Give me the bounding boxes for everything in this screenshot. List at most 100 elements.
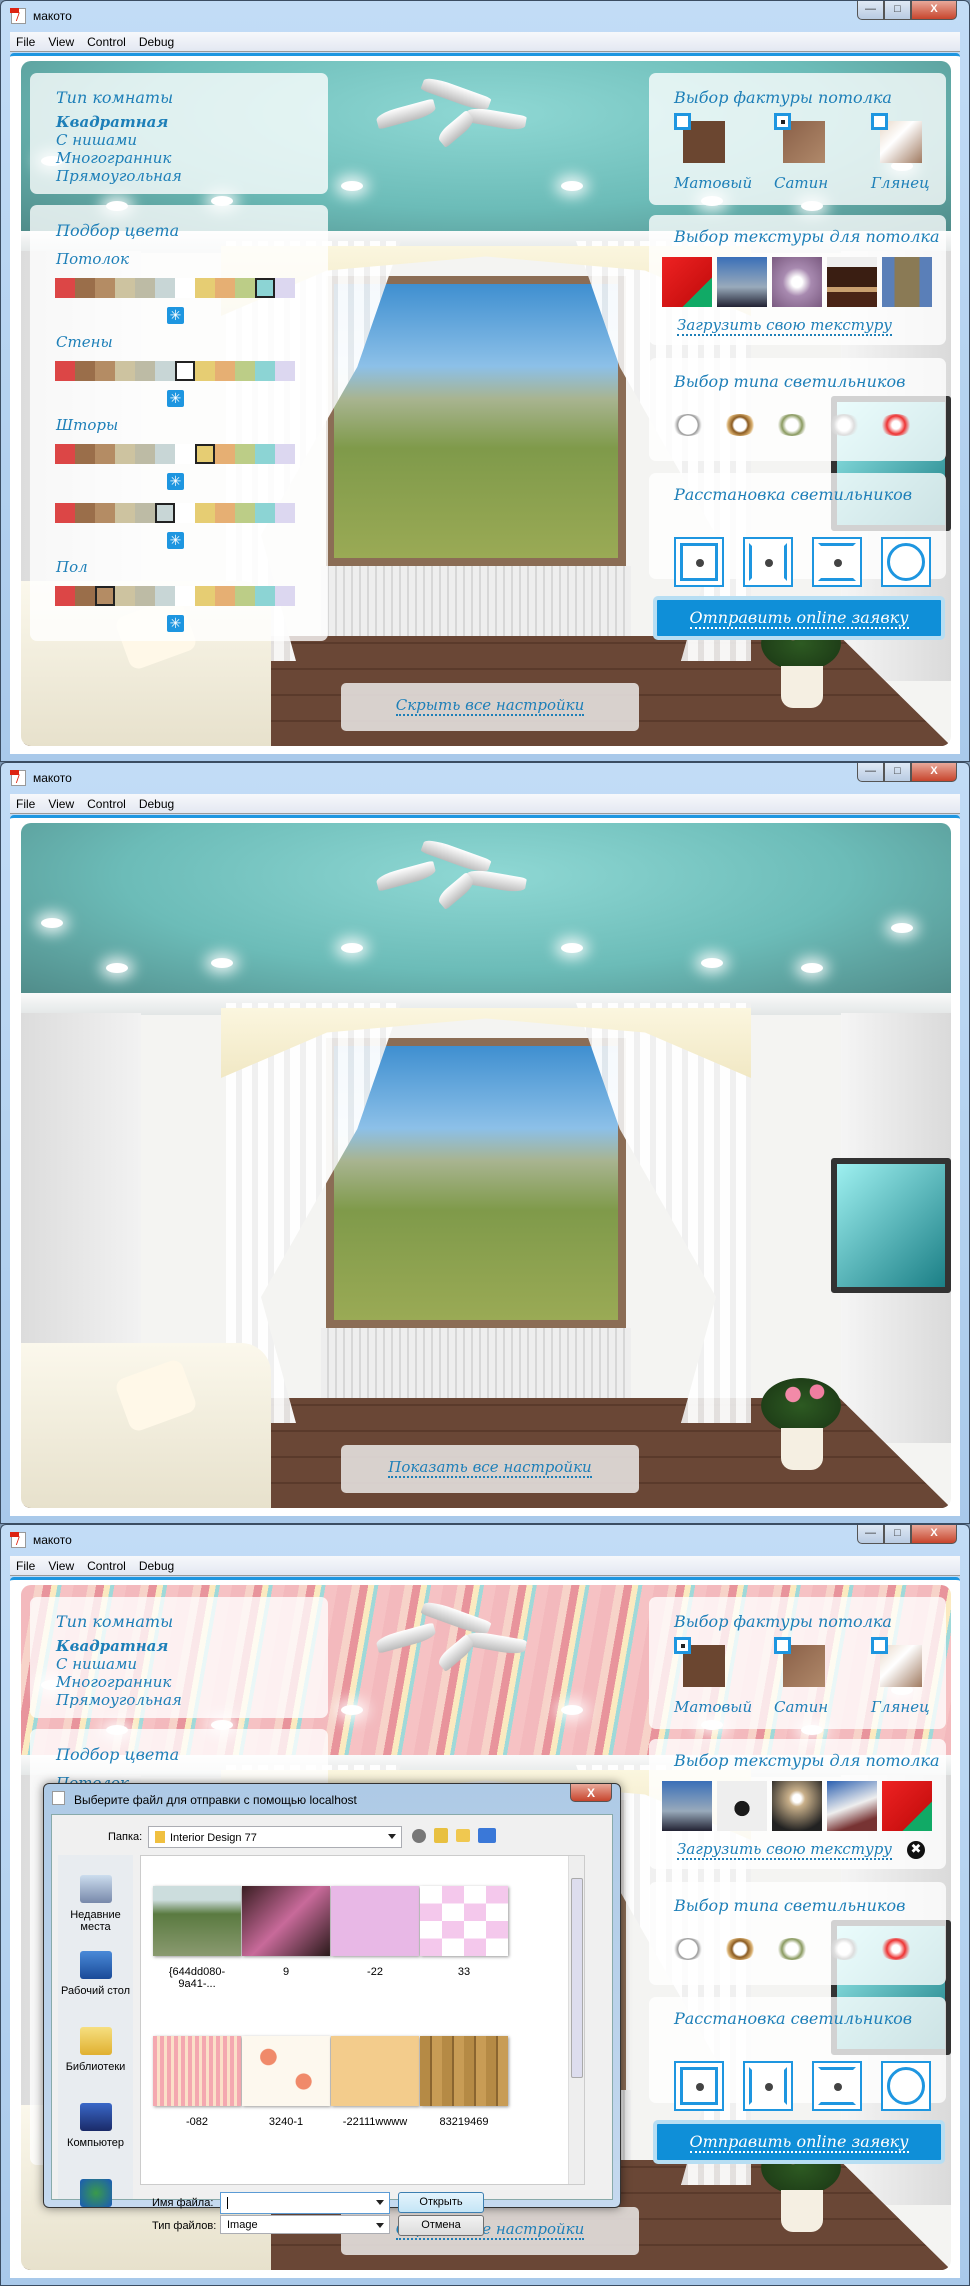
menu-file[interactable]: File [10, 1556, 42, 1575]
dialog-close-button[interactable]: X [570, 1784, 612, 1802]
texture-thumb-red-card[interactable] [662, 257, 712, 307]
color-swatch[interactable] [75, 361, 95, 381]
layout-square-full[interactable] [674, 2061, 724, 2111]
color-swatch[interactable] [275, 278, 295, 298]
texture-thumb-lilac-flower[interactable] [772, 257, 822, 307]
color-swatch[interactable] [155, 586, 175, 606]
texture-thumb-big-ben[interactable] [882, 257, 932, 307]
maximize-button[interactable]: □ [884, 1525, 911, 1544]
room-type-option[interactable]: Многогранник [56, 149, 171, 167]
toggle-settings-button[interactable]: Показать все настройки [341, 1445, 639, 1493]
color-swatch[interactable] [55, 503, 75, 523]
close-button[interactable]: X [911, 1525, 957, 1544]
menu-debug[interactable]: Debug [133, 32, 181, 51]
menu-view[interactable]: View [42, 794, 81, 813]
menu-file[interactable]: File [10, 32, 42, 51]
layout-top-bottom[interactable] [812, 537, 862, 587]
color-swatch[interactable] [115, 361, 135, 381]
color-swatch[interactable] [235, 444, 255, 464]
room-type-option[interactable]: С нишами [56, 1655, 137, 1673]
finish-checkbox[interactable] [871, 113, 888, 130]
color-swatch[interactable] [55, 361, 75, 381]
color-swatch[interactable] [195, 278, 215, 298]
file-list-scrollbar[interactable] [568, 1856, 584, 2184]
snowflake-icon[interactable]: ✳ [167, 473, 184, 490]
close-icon[interactable]: ✖ [907, 1841, 925, 1859]
color-swatch[interactable] [135, 503, 155, 523]
lamp-red-glass[interactable] [879, 414, 913, 436]
lamp-star-flower[interactable] [775, 1938, 809, 1960]
layout-circle[interactable] [881, 537, 931, 587]
lamp-amber-crystal[interactable] [723, 414, 757, 436]
color-swatch[interactable] [115, 444, 135, 464]
close-button[interactable]: X [911, 763, 957, 782]
minimize-button[interactable]: — [857, 1525, 884, 1544]
color-swatch[interactable] [215, 361, 235, 381]
color-swatch[interactable] [95, 361, 115, 381]
room-type-option[interactable]: С нишами [56, 131, 137, 149]
menu-view[interactable]: View [42, 32, 81, 51]
color-swatch[interactable] [215, 503, 235, 523]
close-button[interactable]: X [911, 1, 957, 20]
texture-thumb-sunset[interactable] [772, 1781, 822, 1831]
submit-request-button[interactable]: Отправить online заявку [653, 596, 945, 640]
room-type-option[interactable]: Многогранник [56, 1673, 171, 1691]
menu-control[interactable]: Control [81, 32, 133, 51]
layout-sides[interactable] [743, 2061, 793, 2111]
color-swatch[interactable] [195, 586, 215, 606]
finish-checkbox[interactable] [674, 1637, 691, 1654]
color-swatch[interactable] [215, 278, 235, 298]
texture-thumb-red-card[interactable] [882, 1781, 932, 1831]
place-item[interactable]: Недавние места [58, 1875, 133, 1933]
layout-sides[interactable] [743, 537, 793, 587]
place-item[interactable]: Рабочий стол [58, 1951, 133, 1997]
snowflake-icon[interactable]: ✳ [167, 390, 184, 407]
snowflake-icon[interactable]: ✳ [167, 615, 184, 632]
filetype-select[interactable]: Image [220, 2215, 390, 2234]
menu-file[interactable]: File [10, 794, 42, 813]
menu-debug[interactable]: Debug [133, 1556, 181, 1575]
color-swatch[interactable] [275, 503, 295, 523]
color-swatch[interactable] [175, 361, 195, 381]
color-swatch[interactable] [75, 586, 95, 606]
lamp-amber-crystal[interactable] [723, 1938, 757, 1960]
color-swatch[interactable] [195, 361, 215, 381]
lamp-crystal-white[interactable] [827, 414, 861, 436]
color-swatch[interactable] [155, 444, 175, 464]
file-item[interactable]: -22111wwww [329, 2036, 421, 2128]
color-swatch[interactable] [135, 444, 155, 464]
file-item[interactable]: 3240-1 [240, 2036, 332, 2128]
menu-debug[interactable]: Debug [133, 794, 181, 813]
back-icon[interactable] [412, 1829, 426, 1843]
maximize-button[interactable]: □ [884, 1, 911, 20]
color-swatch[interactable] [155, 361, 175, 381]
place-item[interactable]: Компьютер [58, 2103, 133, 2149]
new-folder-icon[interactable] [456, 1829, 470, 1842]
color-swatch[interactable] [215, 444, 235, 464]
place-item[interactable]: Библиотеки [58, 2027, 133, 2073]
open-button[interactable]: Открыть [398, 2192, 484, 2213]
color-swatch[interactable] [275, 586, 295, 606]
file-item[interactable]: 9 [240, 1886, 332, 1978]
color-swatch[interactable] [135, 586, 155, 606]
color-swatch[interactable] [95, 278, 115, 298]
room-type-option[interactable]: Прямоугольная [56, 167, 182, 185]
snowflake-icon[interactable]: ✳ [167, 532, 184, 549]
color-swatch[interactable] [155, 278, 175, 298]
color-swatch[interactable] [255, 503, 275, 523]
color-swatch[interactable] [175, 278, 195, 298]
menu-control[interactable]: Control [81, 1556, 133, 1575]
texture-thumb-statue-sky[interactable] [717, 257, 767, 307]
color-swatch[interactable] [155, 503, 175, 523]
finish-checkbox[interactable] [871, 1637, 888, 1654]
submit-request-button[interactable]: Отправить online заявку [653, 2120, 945, 2164]
file-item[interactable]: -082 [151, 2036, 243, 2128]
color-swatch[interactable] [255, 361, 275, 381]
color-swatch[interactable] [175, 586, 195, 606]
menu-control[interactable]: Control [81, 794, 133, 813]
color-swatch[interactable] [75, 278, 95, 298]
color-swatch[interactable] [195, 444, 215, 464]
color-swatch[interactable] [235, 503, 255, 523]
color-swatch[interactable] [75, 503, 95, 523]
texture-thumb-building[interactable] [827, 1781, 877, 1831]
